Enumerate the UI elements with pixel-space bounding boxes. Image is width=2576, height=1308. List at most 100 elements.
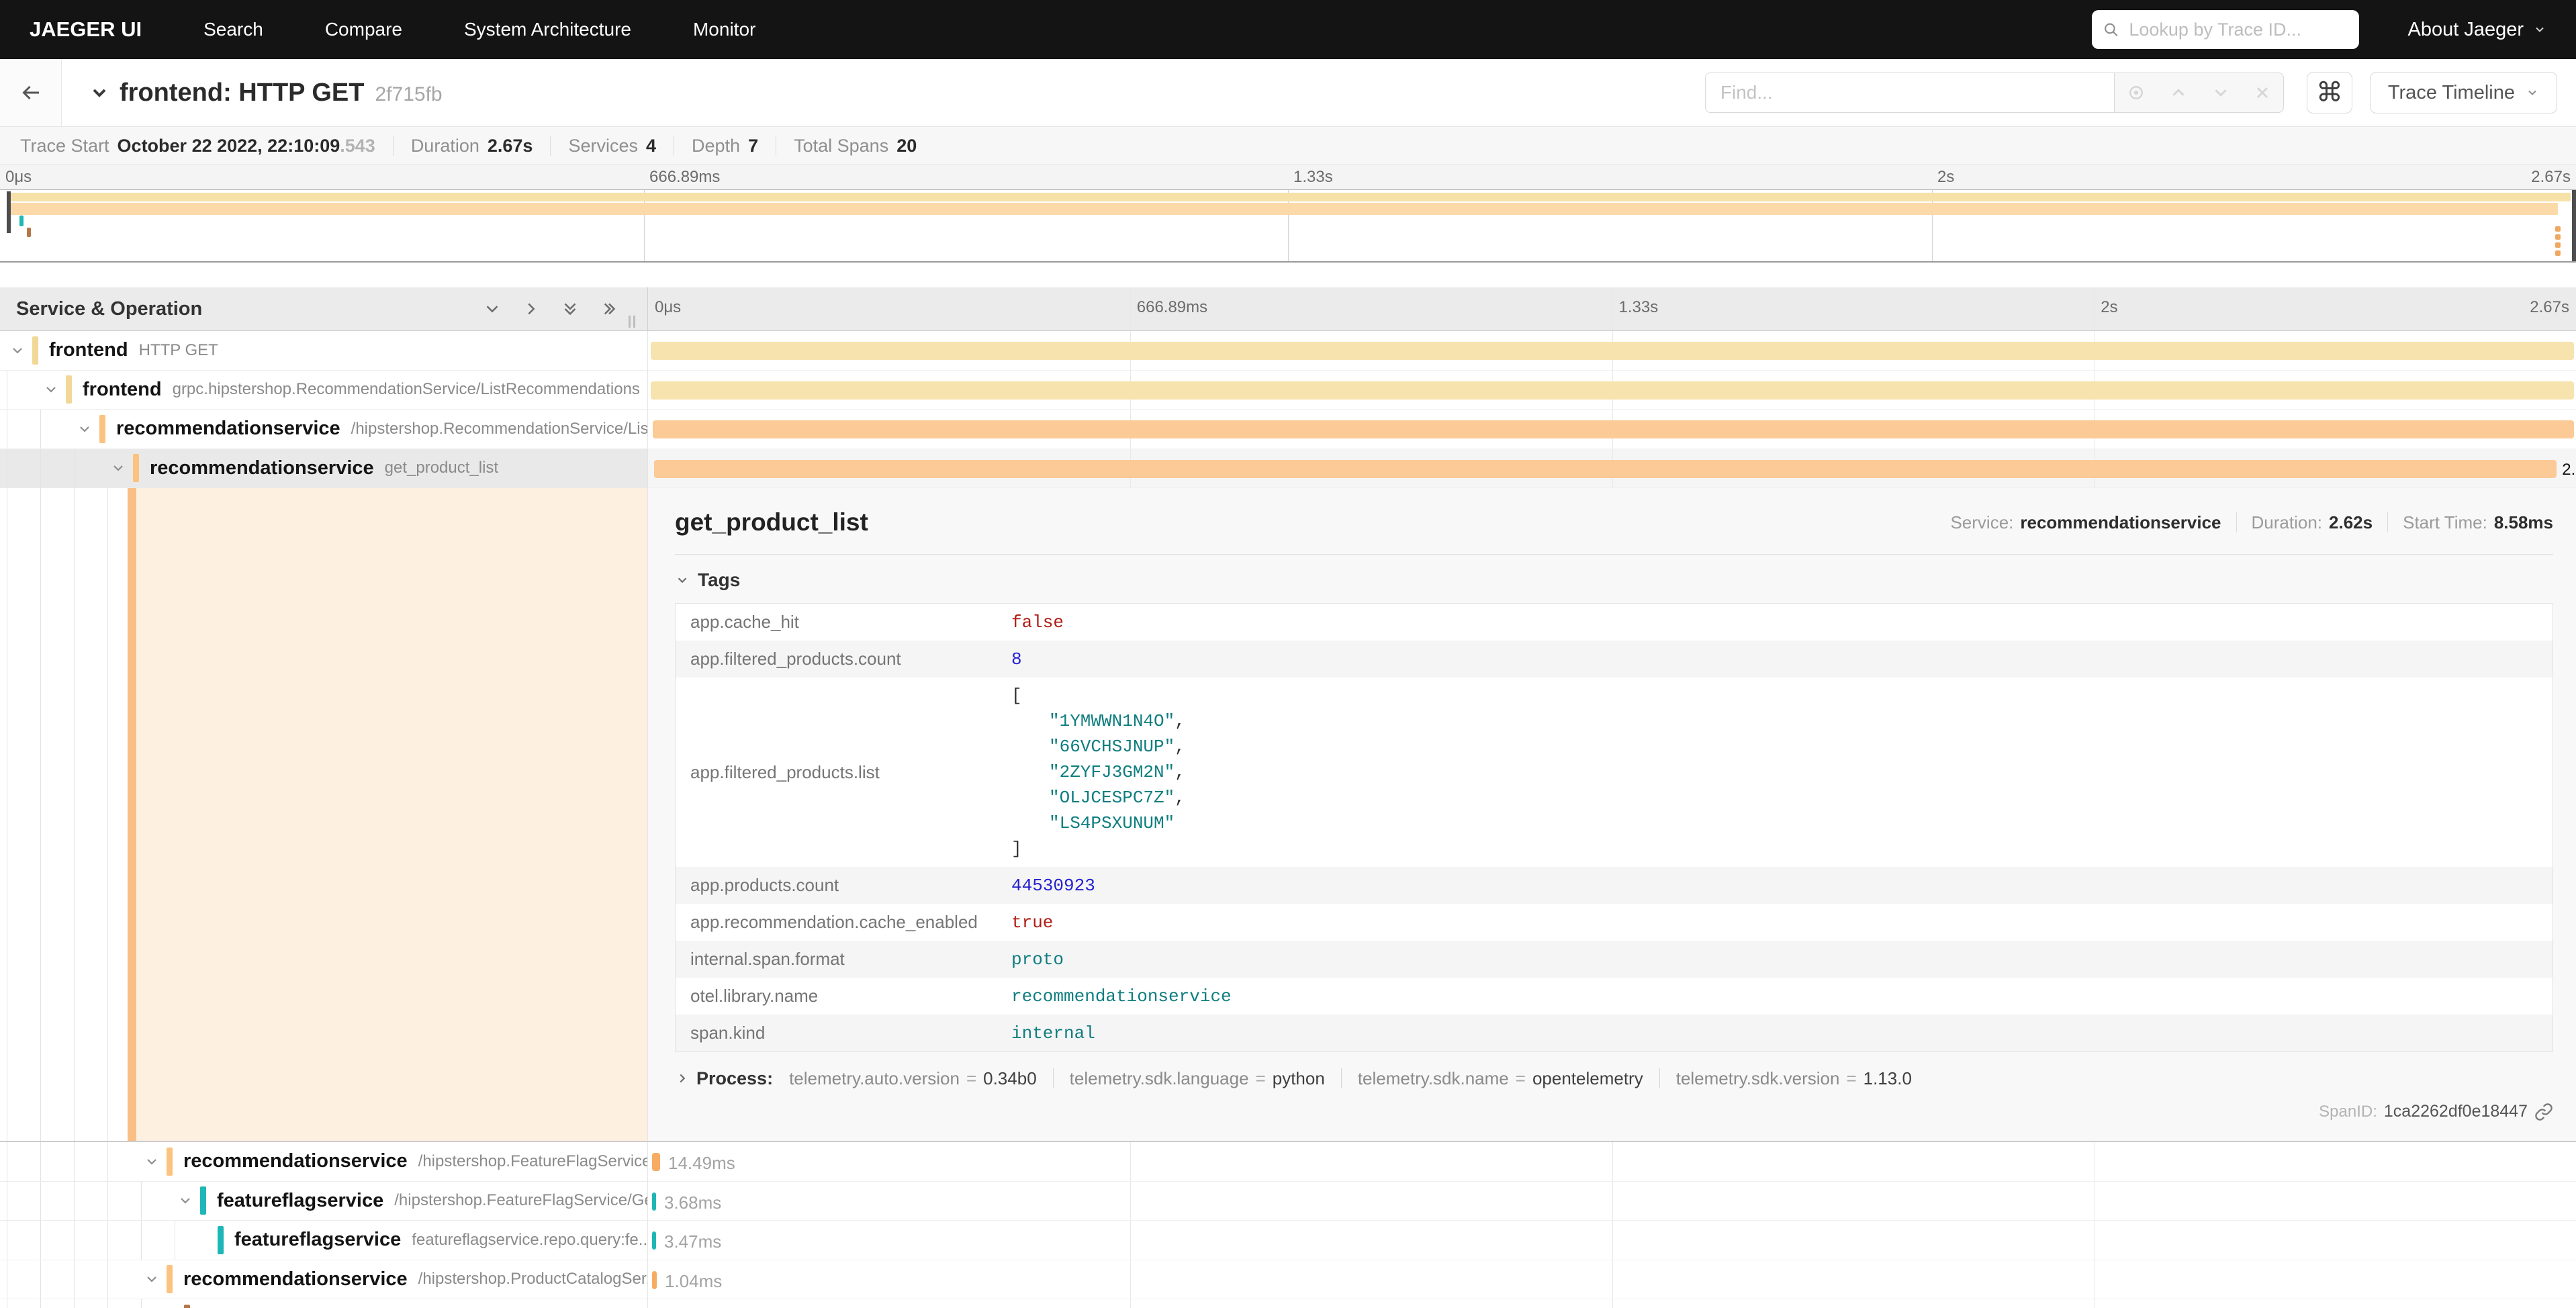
span-row[interactable]: frontendgrpc.hipstershop.RecommendationS…: [0, 371, 2576, 410]
minimap-span-mark: [2555, 234, 2561, 240]
tag-row: span.kindinternal: [676, 1015, 2552, 1052]
span-bar[interactable]: [652, 1193, 656, 1211]
detail-meta-value: 2.62s: [2329, 512, 2373, 533]
span-row-name-cell[interactable]: [0, 1299, 648, 1308]
span-row-timeline-cell[interactable]: [648, 410, 2576, 449]
span-row-timeline-cell[interactable]: [648, 1299, 2576, 1308]
indent-guide: [40, 1142, 41, 1181]
tag-row: app.cache_hitfalse: [676, 604, 2552, 641]
timeline-gridline: [1612, 1182, 1613, 1221]
trace-id-search[interactable]: [2092, 10, 2359, 49]
span-color-bar: [167, 1265, 173, 1293]
span-row-timeline-cell[interactable]: [648, 371, 2576, 410]
collapse-all-icon[interactable]: [560, 299, 580, 319]
span-row-name-cell[interactable]: featureflagservicefeatureflagservice.rep…: [0, 1221, 648, 1260]
span-row[interactable]: featureflagservice/hipstershop.FeatureFl…: [0, 1182, 2576, 1221]
tag-row: internal.span.formatproto: [676, 941, 2552, 978]
app-logo[interactable]: JAEGER UI: [30, 17, 142, 42]
span-row[interactable]: recommendationserviceget_product_list2.6…: [0, 449, 2576, 489]
span-row[interactable]: featureflagservicefeatureflagservice.rep…: [0, 1221, 2576, 1260]
span-row-timeline-cell[interactable]: 3.47ms: [648, 1221, 2576, 1260]
service-operation-header: Service & Operation: [0, 287, 648, 330]
back-button[interactable]: [0, 59, 62, 126]
indent-guide: [40, 1221, 41, 1260]
next-match-button[interactable]: [2211, 83, 2231, 103]
nav-link-monitor[interactable]: Monitor: [693, 19, 755, 40]
collapse-one-icon[interactable]: [482, 299, 502, 319]
nav-link-compare[interactable]: Compare: [325, 19, 402, 40]
process-tag-value: opentelemetry: [1532, 1068, 1643, 1089]
span-row-timeline-cell[interactable]: 3.68ms: [648, 1182, 2576, 1221]
find-input[interactable]: [1705, 73, 2115, 113]
span-operation-name: /hipstershop.FeatureFlagService/Ge...: [394, 1191, 648, 1210]
expand-chevron-icon[interactable]: [177, 1193, 193, 1209]
expand-all-icon[interactable]: [599, 299, 619, 319]
span-row-timeline-cell[interactable]: 14.49ms: [648, 1142, 2576, 1182]
trace-view-selector[interactable]: Trace Timeline: [2370, 72, 2557, 113]
span-color-bar: [200, 1186, 206, 1215]
span-row-name-cell[interactable]: featureflagservice/hipstershop.FeatureFl…: [0, 1182, 648, 1221]
prev-match-button[interactable]: [2168, 83, 2189, 103]
timeline-gridline: [1612, 1299, 1613, 1308]
copy-link-icon[interactable]: [2534, 1103, 2553, 1121]
span-bar[interactable]: [652, 1153, 660, 1171]
span-row-name-cell[interactable]: recommendationserviceget_product_list: [0, 449, 648, 489]
nav-link-system-architecture[interactable]: System Architecture: [464, 19, 631, 40]
span-row-timeline-cell[interactable]: 2.62s: [648, 449, 2576, 489]
nav-links: Search Compare System Architecture Monitor: [203, 19, 2092, 40]
focus-match-button[interactable]: [2126, 83, 2146, 103]
nav-link-search[interactable]: Search: [203, 19, 263, 40]
minimap-left-handle[interactable]: [7, 191, 11, 233]
expand-chevron-icon[interactable]: [9, 342, 26, 359]
span-operation-name: /hipstershop.ProductCatalogSer...: [418, 1270, 648, 1289]
process-row[interactable]: Process: telemetry.auto.version=0.34b0te…: [675, 1064, 2553, 1092]
service-operation-title: Service & Operation: [16, 298, 202, 320]
span-bar[interactable]: [651, 381, 2574, 400]
span-row-name-cell[interactable]: recommendationservice/hipstershop.Recomm…: [0, 410, 648, 449]
span-row[interactable]: recommendationservice/hipstershop.Recomm…: [0, 410, 2576, 449]
span-color-bar: [133, 454, 139, 482]
indent-guide: [40, 449, 41, 488]
span-row[interactable]: [0, 1299, 2576, 1308]
indent-guide: [40, 1260, 41, 1299]
span-duration-label: 1.04ms: [665, 1271, 722, 1292]
tags-accordion-header[interactable]: Tags: [675, 568, 2553, 592]
expand-one-icon[interactable]: [521, 299, 541, 319]
trace-minimap[interactable]: [0, 189, 2576, 263]
expand-chevron-icon[interactable]: [110, 460, 126, 476]
span-row-timeline-cell[interactable]: [648, 331, 2576, 371]
indent-guide: [107, 1142, 108, 1181]
span-row-timeline-cell[interactable]: 1.04ms: [648, 1260, 2576, 1300]
keyboard-shortcuts-button[interactable]: ⌘: [2307, 72, 2352, 113]
indent-guide: [40, 1299, 41, 1308]
span-bar[interactable]: [652, 1271, 657, 1289]
tag-row: app.filtered_products.list["1YMWWN1N4O",…: [676, 678, 2552, 867]
span-bar[interactable]: [653, 420, 2574, 438]
about-jaeger-menu[interactable]: About Jaeger: [2407, 19, 2546, 41]
expand-chevron-icon[interactable]: [144, 1154, 160, 1170]
span-bar[interactable]: [651, 342, 2574, 360]
tag-value: proto: [1011, 949, 1064, 970]
span-row[interactable]: recommendationservice/hipstershop.Featur…: [0, 1142, 2576, 1182]
minimap-right-handle[interactable]: [2572, 190, 2576, 261]
span-row-name-cell[interactable]: recommendationservice/hipstershop.Featur…: [0, 1142, 648, 1182]
expand-chevron-icon[interactable]: [77, 421, 93, 437]
clear-find-button[interactable]: [2253, 83, 2272, 102]
span-row[interactable]: recommendationservice/hipstershop.Produc…: [0, 1260, 2576, 1300]
span-row[interactable]: frontendHTTP GET: [0, 331, 2576, 371]
span-row-name-cell[interactable]: recommendationservice/hipstershop.Produc…: [0, 1260, 648, 1300]
summary-value: 20: [896, 136, 917, 156]
process-label: Process:: [696, 1068, 773, 1089]
trace-id-search-input[interactable]: [2127, 19, 2348, 41]
span-row-name-cell[interactable]: frontendgrpc.hipstershop.RecommendationS…: [0, 371, 648, 410]
expand-chevron-icon[interactable]: [43, 381, 59, 398]
expand-chevron-icon[interactable]: [144, 1271, 160, 1287]
summary-label: Total Spans: [794, 136, 888, 156]
span-row-name-cell[interactable]: frontendHTTP GET: [0, 331, 648, 371]
span-duration-label: 3.47ms: [664, 1231, 721, 1252]
span-bar[interactable]: [654, 460, 2557, 478]
span-bar[interactable]: [652, 1231, 656, 1250]
tag-key: app.filtered_products.count: [676, 649, 1011, 669]
collapse-trace-chevron-icon[interactable]: [89, 82, 110, 103]
column-resizer-handle[interactable]: [629, 316, 635, 328]
